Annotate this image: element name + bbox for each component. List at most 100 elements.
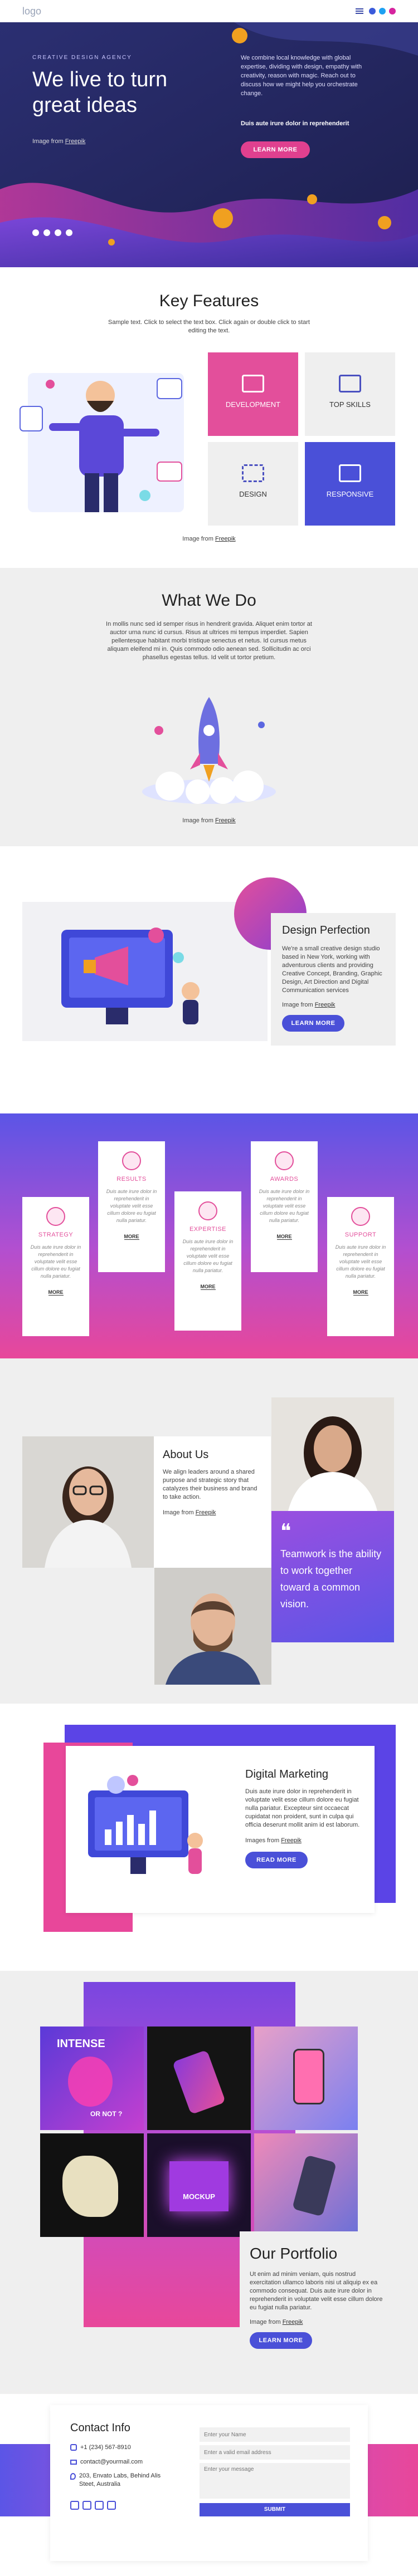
perfection-credit: Image from Freepik — [282, 1002, 385, 1008]
header-icons — [356, 8, 396, 14]
portfolio-tile-sculpture[interactable] — [40, 2133, 144, 2237]
contact-email-input[interactable] — [200, 2445, 350, 2460]
contact-title: Contact Info — [70, 2422, 130, 2434]
menu-icon[interactable] — [356, 8, 363, 14]
service-card-results: RESULTS Duis aute irure dolor in reprehe… — [98, 1141, 165, 1272]
award-icon — [275, 1151, 294, 1170]
portfolio-card: Our Portfolio Ut enim ad minim veniam, q… — [240, 2231, 396, 2365]
digital-marketing-section: Digital Marketing Duis aute irure dolor … — [0, 1704, 418, 1971]
facebook-icon[interactable] — [369, 8, 376, 14]
more-link[interactable]: MORE — [276, 1234, 292, 1240]
quote-icon: ❝ — [280, 1520, 291, 1543]
hero-credit: Image from Freepik — [32, 138, 85, 145]
instagram-icon[interactable] — [95, 2501, 104, 2510]
contact-name-input[interactable] — [200, 2427, 350, 2442]
contact-phone: +1 (234) 567-8910 — [70, 2444, 131, 2451]
hero-section: CREATIVE DESIGN AGENCY We live to turn g… — [0, 22, 418, 267]
hero-title-line1: We live to turn — [32, 68, 168, 91]
digital-read-more-button[interactable]: READ MORE — [245, 1852, 308, 1868]
more-link[interactable]: MORE — [200, 1284, 216, 1290]
contact-submit-button[interactable]: SUBMIT — [200, 2503, 350, 2516]
about-body: We align leaders around a shared purpose… — [163, 1469, 257, 1500]
phone-shape — [172, 2049, 226, 2115]
briefcase-icon — [339, 375, 361, 392]
portfolio-tile-intense[interactable]: INTENSE OR NOT ? — [40, 2027, 144, 2130]
contact-email: contact@yourmail.com — [70, 2459, 143, 2465]
contact-phone-text: +1 (234) 567-8910 — [80, 2444, 131, 2451]
more-link[interactable]: MORE — [48, 1289, 64, 1296]
credit-prefix: Image from — [182, 817, 213, 824]
credit-prefix: Image from — [282, 1002, 313, 1008]
digital-illustration — [88, 1775, 203, 1874]
contact-email-text[interactable]: contact@yourmail.com — [80, 2459, 143, 2465]
twitter-icon[interactable] — [379, 8, 386, 14]
more-link[interactable]: MORE — [353, 1289, 368, 1296]
features-illustration — [20, 373, 184, 512]
logo[interactable]: logo — [22, 6, 41, 17]
what-we-do-section: What We Do In mollis nunc sed id semper … — [0, 568, 418, 846]
feature-tile-development[interactable]: DEVELOPMENT — [208, 352, 298, 436]
features-subtitle: Sample text. Click to select the text bo… — [108, 319, 310, 334]
youtube-icon[interactable] — [107, 2501, 116, 2510]
services-section: STRATEGY Duis aute irure dolor in repreh… — [0, 1113, 418, 1358]
feature-tile-top-skills[interactable]: TOP SKILLS — [305, 352, 395, 436]
hero-title-line2: great ideas — [32, 94, 138, 117]
facebook-icon[interactable] — [70, 2501, 79, 2510]
perfection-learn-more-button[interactable]: LEARN MORE — [282, 1015, 344, 1032]
about-credit: Image from Freepik — [163, 1509, 262, 1516]
twitter-icon[interactable] — [43, 229, 50, 236]
perfection-card: Design Perfection We're a small creative… — [271, 913, 396, 1046]
service-card-desc: Duis aute irure dolor in reprehenderit i… — [30, 1244, 81, 1279]
credit-prefix: Image from — [182, 536, 213, 542]
about-card: About Us We align leaders around a share… — [154, 1436, 271, 1568]
feature-tile-label: RESPONSIVE — [326, 490, 374, 498]
devices-icon — [339, 464, 361, 482]
phone-shape — [293, 2049, 324, 2104]
what-we-do-credit: Image from Freepik — [0, 817, 418, 824]
feature-tile-design[interactable]: DESIGN — [208, 442, 298, 526]
digital-text: Digital Marketing Duis aute irure dolor … — [245, 1768, 362, 1868]
hero-learn-more-button[interactable]: LEARN MORE — [241, 141, 310, 158]
tile-shape — [68, 2057, 113, 2107]
instagram-icon[interactable] — [55, 229, 61, 236]
portfolio-tile-phone-hand[interactable] — [254, 2027, 358, 2130]
portfolio-tile-mockup[interactable]: MOCKUP — [147, 2133, 251, 2237]
credit-prefix: Image from — [163, 1509, 194, 1516]
what-we-do-title: What We Do — [162, 591, 256, 610]
credit-link[interactable]: Freepik — [215, 817, 236, 824]
portfolio-tile-phone-pink[interactable] — [254, 2133, 358, 2237]
credit-link[interactable]: Freepik — [196, 1509, 216, 1516]
phone-icon — [70, 2444, 77, 2451]
contact-address: 203, Envato Labs, Behind Alis Steet, Aus… — [70, 2472, 165, 2489]
contact-section: Contact Info +1 (234) 567-8910 contact@y… — [0, 2394, 418, 2576]
digital-card: Digital Marketing Duis aute irure dolor … — [66, 1746, 375, 1913]
facebook-icon[interactable] — [32, 229, 39, 236]
portfolio-tile-text: MOCKUP — [169, 2161, 229, 2211]
instagram-icon[interactable] — [389, 8, 396, 14]
feature-tile-label: DEVELOPMENT — [225, 400, 281, 409]
features-section: Key Features Sample text. Click to selec… — [0, 267, 418, 568]
service-card-title: EXPERTISE — [189, 1226, 227, 1233]
service-card-title: RESULTS — [116, 1176, 147, 1182]
youtube-icon[interactable] — [66, 229, 72, 236]
portfolio-tile-phone-dark[interactable] — [147, 2027, 251, 2130]
portfolio-learn-more-button[interactable]: LEARN MORE — [250, 2332, 312, 2349]
portfolio-tile-text: INTENSE — [57, 2038, 105, 2050]
more-link[interactable]: MORE — [124, 1234, 139, 1240]
contact-message-input[interactable] — [200, 2463, 350, 2499]
service-card-title: STRATEGY — [38, 1231, 74, 1238]
hero-credit-link[interactable]: Freepik — [65, 138, 86, 145]
location-icon — [70, 2473, 76, 2480]
credit-link[interactable]: Freepik — [281, 1837, 302, 1844]
twitter-icon[interactable] — [82, 2501, 91, 2510]
credit-link[interactable]: Freepik — [315, 1002, 336, 1008]
feature-tile-label: TOP SKILLS — [329, 400, 371, 409]
credit-link[interactable]: Freepik — [283, 2319, 303, 2325]
woman-glasses-photo — [22, 1436, 154, 1568]
feature-tile-responsive[interactable]: RESPONSIVE — [305, 442, 395, 526]
quote-card: ❝ Teamwork is the ability to work togeth… — [271, 1511, 394, 1642]
credit-link[interactable]: Freepik — [215, 536, 236, 542]
man-beard-photo — [154, 1568, 271, 1685]
support-icon — [351, 1207, 370, 1226]
service-card-support: SUPPORT Duis aute irure dolor in reprehe… — [327, 1197, 394, 1336]
